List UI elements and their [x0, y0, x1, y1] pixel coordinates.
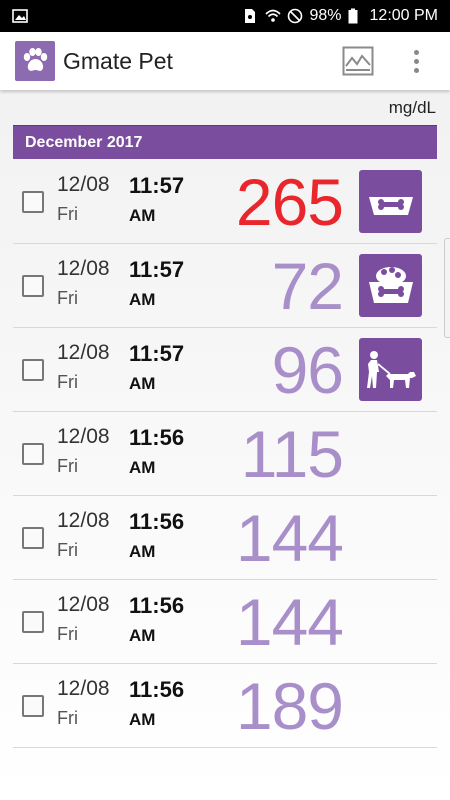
month-header: December 2017 [13, 125, 437, 159]
wifi-icon [265, 8, 282, 24]
row-checkbox[interactable] [22, 611, 44, 633]
reading-date: 12/08 [57, 257, 110, 280]
app-title: Gmate Pet [63, 47, 173, 74]
glucose-value: 144 [235, 501, 344, 575]
reading-day: Fri [57, 540, 78, 560]
reading-row[interactable]: 12/08 Fri 11:57 AM 72 [13, 244, 437, 328]
chart-view-button[interactable] [340, 43, 376, 79]
gallery-notification-icon [12, 8, 28, 24]
reading-day: Fri [57, 624, 78, 644]
reading-date: 12/08 [57, 593, 110, 616]
reading-date: 12/08 [57, 677, 110, 700]
reading-ampm: AM [129, 458, 156, 477]
chart-icon [342, 46, 374, 76]
readings-list: 12/08 Fri 11:57 AM 265 12/08 Fri 11:57 A… [13, 160, 437, 748]
row-checkbox[interactable] [22, 695, 44, 717]
reading-day: Fri [57, 288, 78, 308]
battery-icon [348, 8, 364, 24]
reading-time: 11:57 [129, 257, 185, 282]
reading-row[interactable]: 12/08 Fri 11:56 AM 189 [13, 664, 437, 748]
glucose-value: 115 [240, 417, 344, 491]
reading-time: 11:56 [129, 425, 185, 450]
menu-dot-icon [413, 49, 419, 55]
battery-percent: 98% [309, 7, 342, 24]
reading-time: 11:57 [129, 341, 185, 366]
overflow-menu-button[interactable] [406, 43, 426, 79]
reading-time: 11:56 [129, 509, 185, 534]
glucose-value: 189 [235, 669, 344, 743]
app-bar: Gmate Pet [0, 32, 450, 90]
unit-label: mg/dL [388, 98, 436, 117]
paw-logo-icon [15, 41, 55, 81]
reading-day: Fri [57, 204, 78, 224]
scrollbar[interactable] [444, 238, 450, 338]
row-checkbox[interactable] [22, 527, 44, 549]
reading-row[interactable]: 12/08 Fri 11:56 AM 144 [13, 580, 437, 664]
reading-day: Fri [57, 708, 78, 728]
month-label: December 2017 [25, 133, 143, 151]
reading-time: 11:56 [129, 677, 185, 702]
reading-row[interactable]: 12/08 Fri 11:57 AM 265 [13, 160, 437, 244]
glucose-value: 96 [271, 333, 344, 407]
event-tag-button[interactable] [359, 170, 422, 233]
sim-icon [243, 8, 259, 24]
event-tag-button[interactable] [359, 338, 422, 401]
glucose-value: 144 [235, 585, 344, 659]
reading-row[interactable]: 12/08 Fri 11:56 AM 115 [13, 412, 437, 496]
dog-walk-icon [364, 350, 418, 390]
reading-date: 12/08 [57, 509, 110, 532]
do-not-disturb-icon [287, 8, 303, 24]
bowl-bone-icon [366, 185, 416, 219]
row-checkbox[interactable] [22, 359, 44, 381]
reading-time: 11:56 [129, 593, 185, 618]
menu-dot-icon [413, 67, 419, 73]
clock: 12:00 PM [369, 7, 438, 24]
reading-time: 11:57 [129, 173, 185, 198]
full-bowl-bone-icon [366, 263, 416, 309]
glucose-value: 265 [235, 165, 344, 239]
event-tag-button[interactable] [359, 254, 422, 317]
reading-ampm: AM [129, 206, 156, 225]
glucose-value: 72 [271, 249, 344, 323]
reading-ampm: AM [129, 542, 156, 561]
reading-ampm: AM [129, 374, 156, 393]
reading-ampm: AM [129, 290, 156, 309]
row-checkbox[interactable] [22, 443, 44, 465]
status-bar: 98% 12:00 PM [0, 0, 450, 32]
reading-date: 12/08 [57, 341, 110, 364]
menu-dot-icon [413, 58, 419, 64]
reading-date: 12/08 [57, 173, 110, 196]
reading-day: Fri [57, 456, 78, 476]
reading-ampm: AM [129, 710, 156, 729]
reading-ampm: AM [129, 626, 156, 645]
reading-row[interactable]: 12/08 Fri 11:56 AM 144 [13, 496, 437, 580]
row-checkbox[interactable] [22, 191, 44, 213]
row-checkbox[interactable] [22, 275, 44, 297]
reading-day: Fri [57, 372, 78, 392]
reading-date: 12/08 [57, 425, 110, 448]
reading-row[interactable]: 12/08 Fri 11:57 AM 96 [13, 328, 437, 412]
